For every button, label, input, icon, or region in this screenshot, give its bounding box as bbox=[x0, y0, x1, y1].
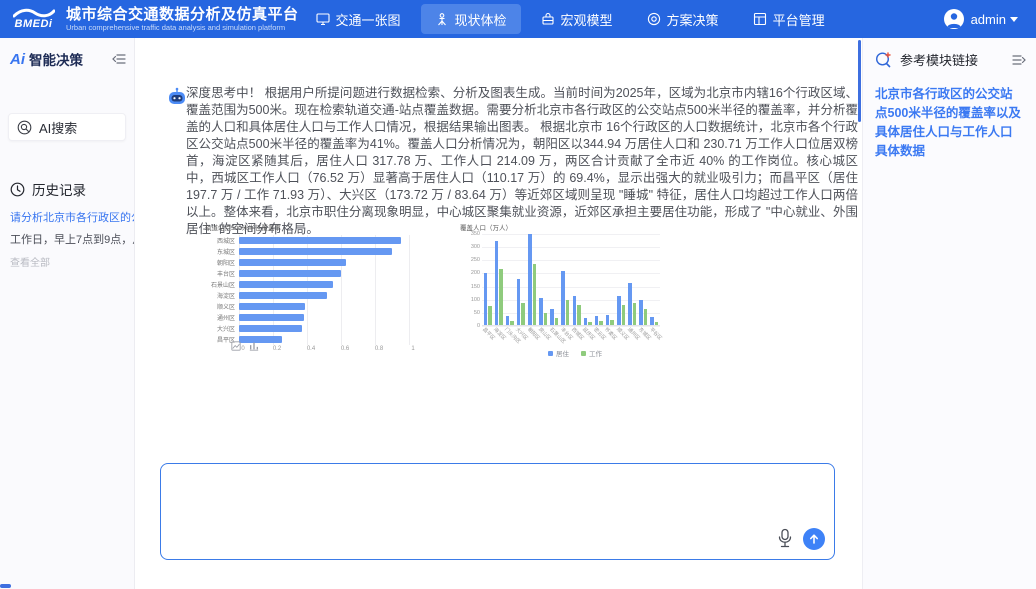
reference-link[interactable]: 北京市各行政区的公交站点500米半径的覆盖率以及具体居住人口与工作人口具体数据 bbox=[863, 77, 1036, 161]
chart2-bar-group bbox=[527, 234, 538, 325]
logo-text: BMEDi bbox=[15, 19, 53, 30]
horizontal-scrollbar-thumb[interactable] bbox=[0, 584, 11, 588]
ai-message-text: 深度思考中！ 根据用户所提问题进行数据检索、分析及图表生成。当前时间为2025年… bbox=[186, 85, 858, 238]
chart2-x-axis: 昌平区海淀区门头沟区大兴区朝阳区房山区石景山区丰台区西城区延庆区密云区怀柔区顺义… bbox=[482, 326, 660, 342]
nav-item-交通一张图[interactable]: 交通一张图 bbox=[302, 4, 415, 34]
chart1-bar-row: 大兴区 bbox=[205, 323, 451, 334]
chart-toolbar bbox=[231, 341, 259, 351]
ai-logo: Ai bbox=[10, 51, 25, 68]
chart2-bar-group bbox=[649, 234, 660, 325]
send-button[interactable] bbox=[803, 528, 825, 550]
history-title: 历史记录 bbox=[32, 179, 86, 199]
history-item[interactable]: 请分析北京市各行政区的公交站点... bbox=[0, 207, 134, 229]
main-nav-menu: 交通一张图现状体检宏观模型方案决策平台管理 bbox=[302, 4, 839, 34]
chart2-bar-group bbox=[616, 234, 627, 325]
chart1-bar-row: 东城区 bbox=[205, 246, 451, 257]
chat-input[interactable] bbox=[171, 472, 772, 551]
brand-logo: BMEDi 城市综合交通数据分析及仿真平台 Urban comprehensiv… bbox=[0, 5, 299, 33]
chart2-title: 覆盖人口（万人） bbox=[460, 222, 670, 232]
nav-item-方案决策[interactable]: 方案决策 bbox=[633, 4, 733, 34]
chart2-bar-group bbox=[549, 234, 560, 325]
app-title: 城市综合交通数据分析及仿真平台 bbox=[66, 6, 299, 23]
chart1-bar-row: 朝阳区 bbox=[205, 257, 451, 268]
chevron-down-icon bbox=[1010, 17, 1018, 22]
chart2-bar-group bbox=[515, 234, 526, 325]
nav-item-平台管理[interactable]: 平台管理 bbox=[739, 4, 839, 34]
chart2-bar-group bbox=[504, 234, 515, 325]
history-item[interactable]: 工作日，早上7点到9点，从天通苑... bbox=[0, 229, 134, 251]
nav-item-现状体检[interactable]: 现状体检 bbox=[421, 4, 521, 34]
avatar bbox=[944, 9, 964, 29]
reference-collapse-icon[interactable] bbox=[1012, 54, 1026, 66]
microphone-button[interactable] bbox=[776, 528, 794, 548]
main-content: 深度思考中！ 根据用户所提问题进行数据检索、分析及图表生成。当前时间为2025年… bbox=[136, 38, 858, 589]
history-list: 请分析北京市各行政区的公交站点...工作日，早上7点到9点，从天通苑... bbox=[0, 207, 134, 251]
population-grouped-bar-chart: 覆盖人口（万人） 050100150200250300350 昌平区海淀区门头沟… bbox=[460, 222, 670, 357]
platform-manage-icon bbox=[753, 12, 767, 26]
chart2-bar-group bbox=[604, 234, 615, 325]
chart2-bar-group bbox=[560, 234, 571, 325]
top-navbar: BMEDi 城市综合交通数据分析及仿真平台 Urban comprehensiv… bbox=[0, 0, 1036, 38]
chart1-bar-row: 海淀区 bbox=[205, 290, 451, 301]
macro-model-icon bbox=[541, 12, 555, 26]
reference-links: 北京市各行政区的公交站点500米半径的覆盖率以及具体居住人口与工作人口具体数据 bbox=[863, 77, 1036, 161]
sidebar-title: 智能决策 bbox=[29, 49, 83, 69]
save-image-icon[interactable] bbox=[231, 341, 241, 351]
user-name: admin bbox=[971, 12, 1006, 27]
view-all-link[interactable]: 查看全部 bbox=[0, 251, 134, 272]
chart2-legend: 居住 工作 bbox=[480, 348, 670, 358]
legend-item[interactable]: 工作 bbox=[581, 348, 602, 358]
chart1-bar-row: 石景山区 bbox=[205, 279, 451, 290]
app-subtitle: Urban comprehensive traffic data analysi… bbox=[66, 23, 299, 32]
chart1-bar-row: 顺义区 bbox=[205, 301, 451, 312]
arrow-up-icon bbox=[808, 533, 820, 545]
bmedi-logo-icon: BMEDi bbox=[10, 5, 57, 33]
chart2-bar-group bbox=[627, 234, 638, 325]
plan-decision-icon bbox=[647, 12, 661, 26]
reference-panel-title: 参考模块链接 bbox=[900, 50, 978, 69]
chart1-bar-row: 通州区 bbox=[205, 312, 451, 323]
chart1-bar-row: 西城区 bbox=[205, 235, 451, 246]
vertical-scrollbar-thumb[interactable] bbox=[858, 40, 861, 122]
chat-composer bbox=[160, 463, 835, 560]
user-avatar-icon bbox=[944, 9, 964, 29]
ai-search-label: AI搜索 bbox=[39, 118, 77, 137]
ai-search-button[interactable]: AI搜索 bbox=[8, 113, 126, 141]
search-icon bbox=[17, 120, 32, 135]
chart2-bar-group bbox=[538, 234, 549, 325]
ai-robot-avatar-icon bbox=[167, 87, 187, 107]
chart2-bar-group bbox=[493, 234, 504, 325]
chart2-bar-group bbox=[582, 234, 593, 325]
nav-item-宏观模型[interactable]: 宏观模型 bbox=[527, 4, 627, 34]
chart1-bar-row: 丰台区 bbox=[205, 268, 451, 279]
user-menu[interactable]: admin bbox=[944, 9, 1036, 29]
app-root: BMEDi 城市综合交通数据分析及仿真平台 Urban comprehensiv… bbox=[0, 0, 1036, 589]
sidebar-collapse-icon[interactable] bbox=[112, 53, 126, 65]
chart1-x-axis: 00.20.40.60.81 bbox=[243, 345, 413, 354]
traffic-map-icon bbox=[316, 12, 330, 26]
reference-search-icon bbox=[875, 51, 892, 68]
coverage-rate-bar-chart: 轨道站点500米半径覆盖率 西城区东城区朝阳区丰台区石景山区海淀区顺义区通州区大… bbox=[205, 222, 451, 354]
clock-icon bbox=[10, 182, 25, 197]
chart2-bar-group bbox=[482, 234, 493, 325]
chart1-title: 轨道站点500米半径覆盖率 bbox=[205, 222, 451, 232]
chart-type-icon[interactable] bbox=[249, 341, 259, 351]
chart2-bar-group bbox=[593, 234, 604, 325]
left-sidebar: Ai 智能决策 AI搜索 历史记录 请分析北京市各行政区的公交站点...工作日，… bbox=[0, 38, 135, 589]
chart2-bar-group bbox=[638, 234, 649, 325]
chart2-bar-group bbox=[571, 234, 582, 325]
legend-item[interactable]: 居住 bbox=[548, 348, 569, 358]
reference-panel: 参考模块链接 北京市各行政区的公交站点500米半径的覆盖率以及具体居住人口与工作… bbox=[862, 38, 1036, 589]
status-survey-icon bbox=[435, 12, 449, 26]
